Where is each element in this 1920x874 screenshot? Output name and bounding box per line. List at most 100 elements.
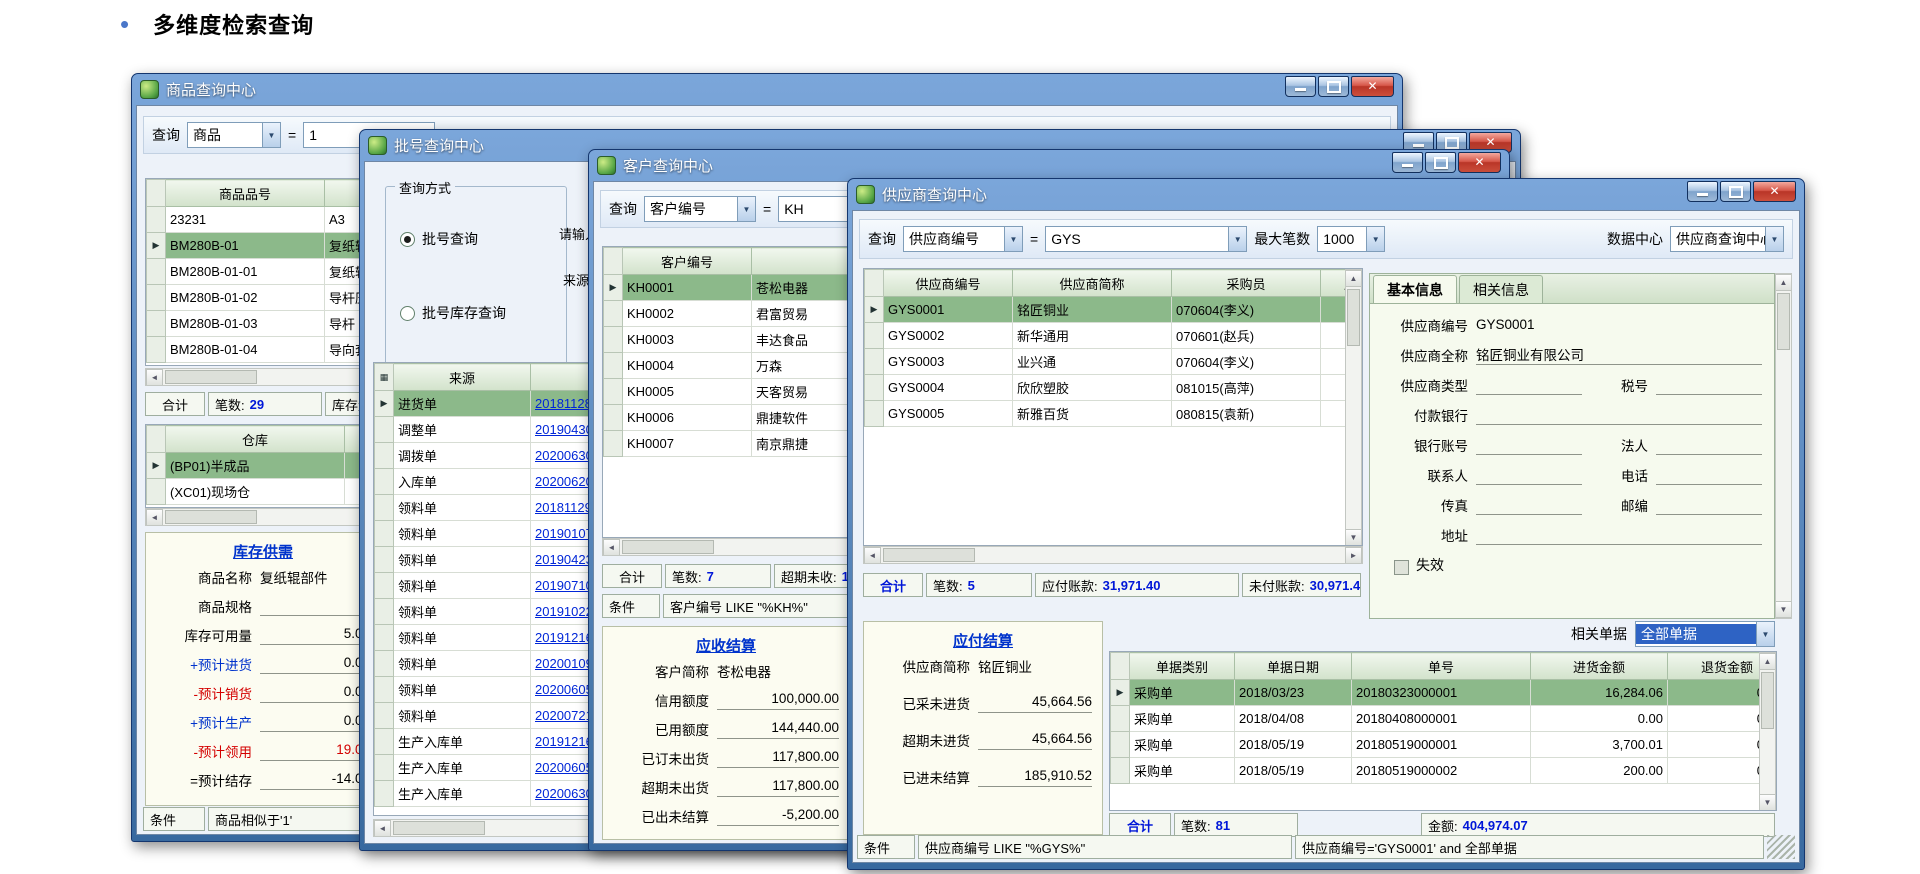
- scrollbar-thumb[interactable]: [165, 370, 257, 384]
- minimize-button[interactable]: [1687, 181, 1718, 202]
- window-title: 批号查询中心: [394, 135, 484, 156]
- cell: 进货单: [394, 391, 531, 417]
- cell: 采购单: [1130, 732, 1235, 758]
- field-value: 100,000.00: [717, 691, 839, 710]
- scroll-left-button[interactable]: ◄: [146, 369, 163, 386]
- scrollbar-thumb[interactable]: [883, 548, 975, 562]
- condition-label: 条件: [857, 835, 915, 859]
- cell: GYS0002: [884, 323, 1013, 349]
- scroll-down-button[interactable]: ▼: [1345, 529, 1362, 546]
- minimize-button[interactable]: [1285, 76, 1316, 97]
- scroll-up-button[interactable]: ▲: [1775, 274, 1792, 291]
- field-dropdown[interactable]: 商品 ▼: [187, 122, 281, 148]
- field-value: 复纸辊部件: [260, 567, 370, 587]
- field-value: 0.00: [260, 684, 370, 703]
- window-supplier-query: 供应商查询中心 ✕ 查询 供应商编号 ▼ = ▼ 最大笔数: [847, 178, 1805, 870]
- totals-label: 合计: [602, 564, 662, 588]
- minimize-icon: [1697, 193, 1708, 196]
- table-row[interactable]: ▶GYS0001铭匠铜业070604(李义): [865, 297, 1364, 323]
- max-rows-dropdown[interactable]: 1000 ▼: [1317, 226, 1385, 252]
- close-button[interactable]: ✕: [1753, 181, 1796, 202]
- scroll-down-button[interactable]: ▼: [1759, 794, 1776, 811]
- column-header[interactable]: 仓库: [166, 426, 345, 453]
- row-marker: ▶: [604, 275, 623, 301]
- scroll-left-button[interactable]: ◄: [146, 509, 163, 526]
- scroll-down-button[interactable]: ▼: [1775, 601, 1792, 618]
- related-docs-dropdown[interactable]: 全部单据 ▼: [1635, 621, 1775, 647]
- desktop: • 多维度检索查询 商品查询中心 ✕ 查询 商品 ▼ =: [0, 0, 1920, 874]
- column-header[interactable]: 单据类别: [1130, 653, 1235, 680]
- column-header[interactable]: 单号: [1352, 653, 1531, 680]
- column-header[interactable]: 客户编号: [623, 248, 752, 275]
- table-row[interactable]: GYS0004欣欣塑胶081015(高萍): [865, 375, 1364, 401]
- table-row[interactable]: GYS0005新雅百货080815(袁新): [865, 401, 1364, 427]
- column-header[interactable]: 商品品号: [166, 180, 325, 207]
- column-header[interactable]: 供应商编号: [884, 270, 1013, 297]
- scrollbar-thumb[interactable]: [622, 540, 714, 554]
- scroll-left-button[interactable]: ◄: [374, 820, 391, 837]
- field-dropdown[interactable]: 供应商编号 ▼: [903, 226, 1023, 252]
- table-row[interactable]: 采购单2018/05/1920180519000002200.000.00: [1111, 758, 1778, 784]
- column-header[interactable]: 进货金额: [1531, 653, 1668, 680]
- scrollbar-thumb[interactable]: [1347, 289, 1360, 346]
- table-row[interactable]: ▶采购单2018/03/232018032300000116,284.060.0…: [1111, 680, 1778, 706]
- table-row[interactable]: GYS0003业兴通070604(李义): [865, 349, 1364, 375]
- field-value: [1476, 526, 1762, 545]
- query-mode-groupbox: 查询方式 批号查询 批号库存查询: [385, 186, 567, 376]
- resize-grip[interactable]: [1767, 835, 1795, 859]
- cell: 080815(袁新): [1172, 401, 1321, 427]
- scrollbar-thumb[interactable]: [1777, 293, 1790, 350]
- field-label: 商品规格: [156, 596, 252, 616]
- cell: 领料单: [394, 521, 531, 547]
- close-button[interactable]: ✕: [1458, 152, 1501, 173]
- maximize-button[interactable]: [1720, 181, 1751, 202]
- scrollbar-thumb[interactable]: [1761, 672, 1774, 729]
- titlebar[interactable]: 客户查询中心 ✕: [593, 150, 1505, 181]
- scrollbar-thumb[interactable]: [393, 821, 485, 835]
- cell: 业兴通: [1013, 349, 1172, 375]
- maximize-button[interactable]: [1318, 76, 1349, 97]
- cell: 采购单: [1130, 680, 1235, 706]
- supplier-code-combo[interactable]: ▼: [1045, 226, 1247, 252]
- radio-batch-query[interactable]: 批号查询: [400, 229, 566, 249]
- titlebar[interactable]: 商品查询中心 ✕: [136, 74, 1398, 105]
- invalid-checkbox[interactable]: [1394, 560, 1409, 575]
- minimize-button[interactable]: [1392, 152, 1423, 173]
- field-value: [1656, 436, 1762, 455]
- data-center-dropdown[interactable]: 供应商查询中心 ▼: [1670, 226, 1784, 252]
- scroll-right-button[interactable]: ►: [1345, 547, 1362, 564]
- column-header[interactable]: 采购员: [1172, 270, 1321, 297]
- close-button[interactable]: ✕: [1351, 76, 1394, 97]
- query-label: 查询: [868, 229, 896, 249]
- scroll-left-button[interactable]: ◄: [603, 539, 620, 556]
- titlebar[interactable]: 供应商查询中心 ✕: [852, 179, 1800, 210]
- app-icon: [856, 185, 875, 204]
- supplier-code-input[interactable]: [1046, 231, 1228, 247]
- tab-related-info[interactable]: 相关信息: [1459, 275, 1543, 303]
- cell: 16,284.06: [1531, 680, 1668, 706]
- scroll-up-button[interactable]: ▲: [1759, 653, 1776, 670]
- tab-basic-info[interactable]: 基本信息: [1373, 275, 1457, 303]
- dropdown-value: 1000: [1318, 231, 1366, 247]
- scroll-up-button[interactable]: ▲: [1345, 270, 1362, 287]
- scroll-left-button[interactable]: ◄: [864, 547, 881, 564]
- row-marker: [865, 323, 884, 349]
- column-header[interactable]: 单据日期: [1235, 653, 1352, 680]
- radio-batch-stock-query[interactable]: 批号库存查询: [400, 303, 566, 323]
- table-row[interactable]: 采购单2018/05/19201805190000013,700.010.00: [1111, 732, 1778, 758]
- maximize-button[interactable]: [1425, 152, 1456, 173]
- scrollbar-thumb[interactable]: [165, 510, 257, 524]
- table-row[interactable]: 采购单2018/04/08201804080000010.000.00: [1111, 706, 1778, 732]
- column-header[interactable]: 来源: [394, 364, 531, 391]
- cell: 领料单: [394, 625, 531, 651]
- row-marker: ▶: [147, 453, 166, 479]
- table-row[interactable]: GYS0002新华通用070601(赵兵): [865, 323, 1364, 349]
- cell: KH0006: [623, 405, 752, 431]
- field-value: [1656, 376, 1762, 395]
- row-marker: ▶: [375, 391, 394, 417]
- row-count: 笔数: 81: [1174, 813, 1298, 837]
- column-header[interactable]: 供应商简称: [1013, 270, 1172, 297]
- field-dropdown[interactable]: 客户编号 ▼: [644, 196, 756, 222]
- field-label: 法人: [1590, 435, 1648, 455]
- cell: 生产入库单: [394, 729, 531, 755]
